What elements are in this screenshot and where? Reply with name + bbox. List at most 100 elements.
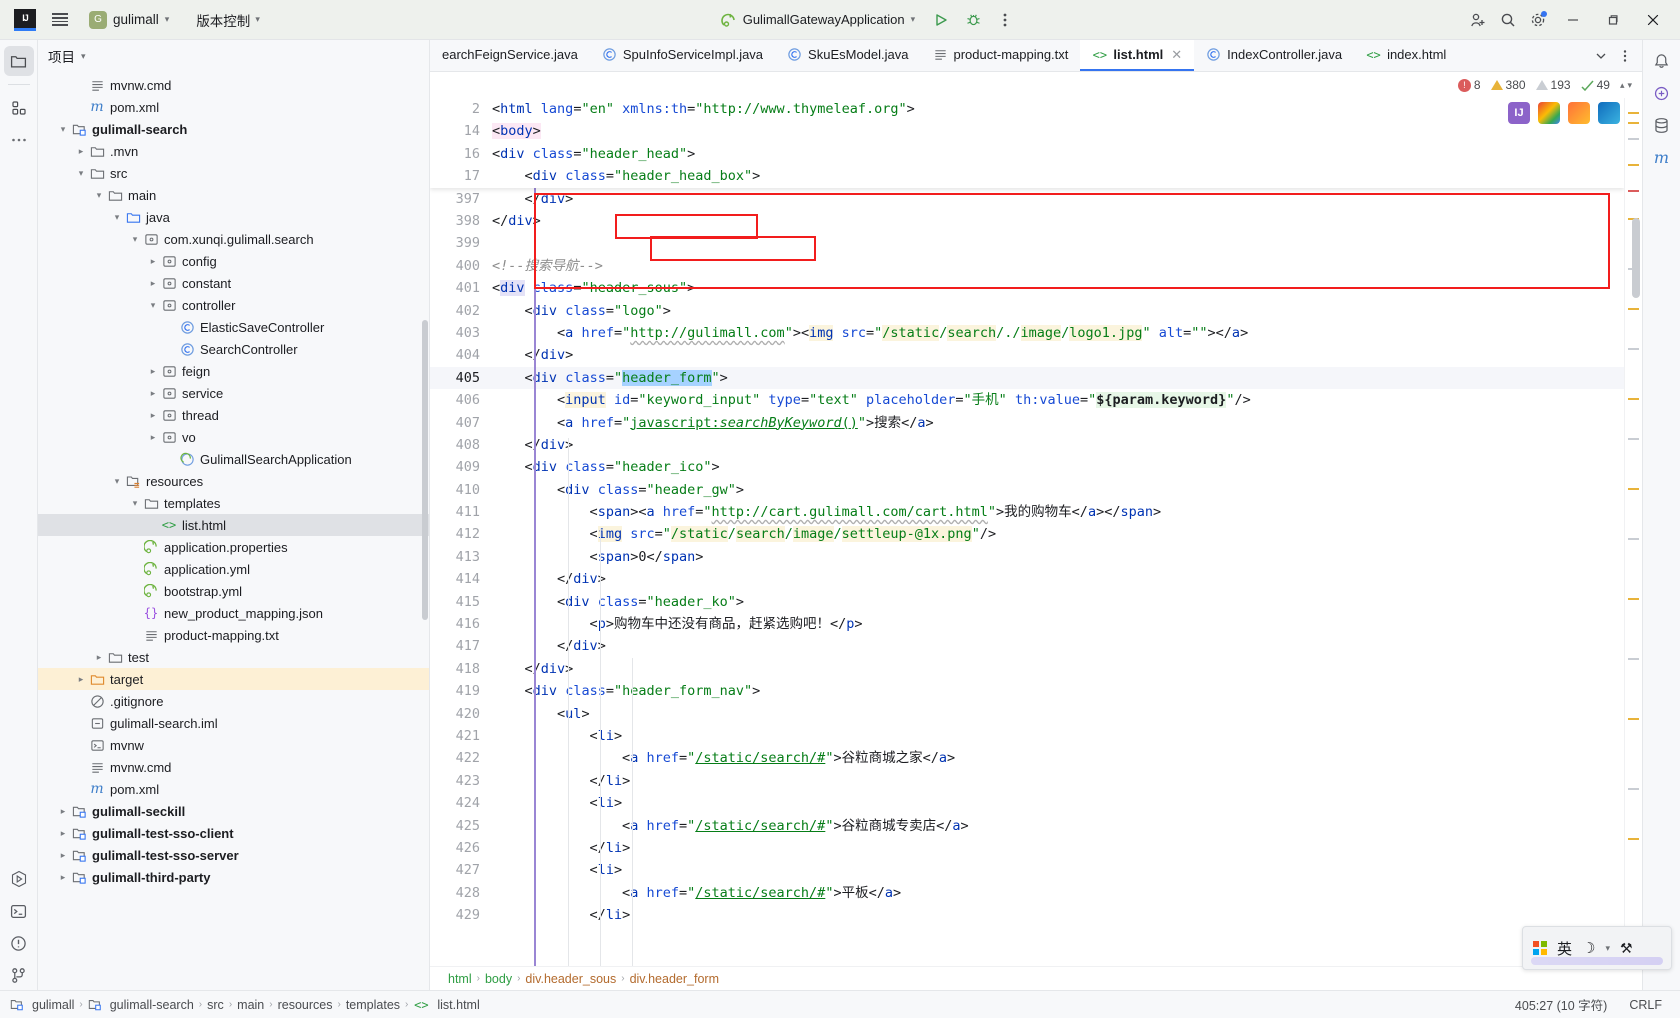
- more-tool-windows-icon[interactable]: [4, 125, 34, 155]
- chevron-right-icon[interactable]: ▸: [92, 652, 106, 663]
- weak-warning-count[interactable]: 193: [1535, 78, 1571, 92]
- close-icon[interactable]: [1634, 5, 1672, 35]
- code-line[interactable]: 401 <div class="header_sous">: [430, 277, 1624, 299]
- warning-count[interactable]: 380: [1490, 78, 1526, 92]
- ime-moon-icon[interactable]: ☽: [1582, 939, 1595, 957]
- more-actions-button[interactable]: [991, 6, 1019, 34]
- code-line[interactable]: 415 <div class="header_ko">: [430, 591, 1624, 613]
- status-breadcrumb-item[interactable]: templates: [346, 998, 400, 1012]
- line-content[interactable]: <div class="logo">: [492, 300, 1624, 322]
- line-content[interactable]: <div class="header_ko">: [492, 591, 1624, 613]
- line-content[interactable]: <!--搜索导航-->: [492, 255, 1624, 277]
- tree-node[interactable]: ▾ src: [38, 162, 429, 184]
- tree-node[interactable]: mvnw: [38, 734, 429, 756]
- code-line[interactable]: 423 </li>: [430, 770, 1624, 792]
- project-tree[interactable]: mvnw.cmd m pom.xml ▾ gulimall-search ▸ .mvn ▾ sr…: [38, 72, 429, 990]
- line-content[interactable]: </div>: [492, 635, 1624, 657]
- code-line[interactable]: 402 <div class="logo">: [430, 300, 1624, 322]
- add-user-icon[interactable]: [1464, 6, 1492, 34]
- chevron-down-icon[interactable]: ▾: [146, 300, 160, 311]
- editor-breadcrumb[interactable]: html › body › div.header_sous › div.header_for…: [430, 966, 1642, 990]
- chevron-down-icon[interactable]: ▾: [74, 168, 88, 179]
- tree-node[interactable]: ▸ config: [38, 250, 429, 272]
- error-count[interactable]: ! 8: [1457, 78, 1481, 92]
- main-menu-icon[interactable]: [46, 6, 74, 34]
- editor-tab[interactable]: SkuEsModel.java: [775, 40, 920, 71]
- tree-node[interactable]: .gitignore: [38, 690, 429, 712]
- code-line[interactable]: 403 <a href="http://gulimall.com"><img s…: [430, 322, 1624, 344]
- tree-node[interactable]: ElasticSaveController: [38, 316, 429, 338]
- line-content[interactable]: <a href="/static/search/#">谷粒商城专卖店</a>: [492, 815, 1624, 837]
- editor-tab[interactable]: <> index.html: [1354, 40, 1458, 71]
- code-line[interactable]: 411 <span><a href="http://cart.gulimall.…: [430, 501, 1624, 523]
- line-content[interactable]: </div>: [492, 658, 1624, 680]
- chevron-right-icon[interactable]: ▸: [146, 388, 160, 399]
- open-in-chrome-icon[interactable]: [1538, 102, 1560, 124]
- ime-input-widget[interactable]: 英 ☽ ▾ ⚒: [1522, 926, 1672, 970]
- tree-node[interactable]: application.yml: [38, 558, 429, 580]
- line-content[interactable]: <a href="javascript:searchByKeyword()">搜…: [492, 412, 1624, 434]
- editor-tabs[interactable]: earchFeignService.java SpuInfoServiceImpl…: [430, 40, 1642, 72]
- line-content[interactable]: </div>: [492, 434, 1624, 456]
- code-line[interactable]: 408 </div>: [430, 434, 1624, 456]
- code-lines-container[interactable]: 2 <html lang="en" xmlns:th="http://www.th…: [430, 98, 1624, 966]
- line-content[interactable]: [492, 232, 1624, 254]
- chevron-down-icon[interactable]: ▾: [128, 498, 142, 509]
- editor-tab[interactable]: IndexController.java: [1194, 40, 1354, 71]
- line-content[interactable]: <ul>: [492, 703, 1624, 725]
- chevron-down-icon[interactable]: ▾: [1605, 943, 1610, 953]
- line-content[interactable]: <a href="/static/search/#">平板</a>: [492, 882, 1624, 904]
- line-content[interactable]: <div class="header_form_nav">: [492, 680, 1624, 702]
- line-content[interactable]: <img src="/static/search/image/settleup-…: [492, 523, 1624, 545]
- tabs-more-icon[interactable]: [1614, 45, 1636, 67]
- line-content[interactable]: <li>: [492, 792, 1624, 814]
- tree-node[interactable]: ▾ controller: [38, 294, 429, 316]
- line-content[interactable]: </div>: [492, 188, 1624, 210]
- editor-tab[interactable]: <> list.html ✕: [1080, 40, 1195, 71]
- code-line[interactable]: 418 </div>: [430, 658, 1624, 680]
- tree-node[interactable]: gulimall-search.iml: [38, 712, 429, 734]
- tabs-list-icon[interactable]: [1590, 45, 1612, 67]
- status-bar-breadcrumbs[interactable]: gulimall › gulimall-search › src › main › resour…: [10, 997, 480, 1012]
- tree-node[interactable]: {} new_product_mapping.json: [38, 602, 429, 624]
- code-line[interactable]: 414 </div>: [430, 568, 1624, 590]
- chevron-down-icon[interactable]: ▾: [56, 124, 70, 135]
- breadcrumb-item[interactable]: div.header_sous: [525, 972, 616, 986]
- chevron-right-icon[interactable]: ▸: [56, 806, 70, 817]
- ai-assistant-icon[interactable]: [1647, 78, 1677, 108]
- code-line[interactable]: 409 <div class="header_ico">: [430, 456, 1624, 478]
- search-icon[interactable]: [1494, 6, 1522, 34]
- tree-node[interactable]: ▸ thread: [38, 404, 429, 426]
- line-content[interactable]: <a href="/static/search/#">谷粒商城之家</a>: [492, 747, 1624, 769]
- line-content[interactable]: <div class="header_form">: [492, 367, 1624, 389]
- structure-tool-icon[interactable]: [4, 93, 34, 123]
- code-line[interactable]: 424 <li>: [430, 792, 1624, 814]
- code-line[interactable]: 413 <span>0</span>: [430, 546, 1624, 568]
- breadcrumb-item[interactable]: div.header_form: [630, 972, 719, 986]
- editor-marker-bar[interactable]: [1624, 98, 1642, 966]
- tree-node[interactable]: ▾ java: [38, 206, 429, 228]
- chevron-right-icon[interactable]: ▸: [146, 410, 160, 421]
- line-content[interactable]: </div>: [492, 344, 1624, 366]
- code-line[interactable]: 2 <html lang="en" xmlns:th="http://www.th…: [430, 98, 1624, 120]
- tree-node[interactable]: product-mapping.txt: [38, 624, 429, 646]
- code-line[interactable]: 428 <a href="/static/search/#">平板</a>: [430, 882, 1624, 904]
- vcs-widget[interactable]: 版本控制 ▾: [188, 7, 268, 33]
- line-separator[interactable]: CRLF: [1621, 998, 1670, 1012]
- chevron-right-icon[interactable]: ▸: [56, 828, 70, 839]
- tree-node[interactable]: m pom.xml: [38, 96, 429, 118]
- code-line[interactable]: 17 <div class="header_head_box">: [430, 165, 1624, 187]
- code-line[interactable]: 429 </li>: [430, 904, 1624, 926]
- code-line[interactable]: 419 <div class="header_form_nav">: [430, 680, 1624, 702]
- code-line[interactable]: 416 <p>购物车中还没有商品，赶紧选购吧！</p>: [430, 613, 1624, 635]
- code-line[interactable]: 425 <a href="/static/search/#">谷粒商城专卖店</…: [430, 815, 1624, 837]
- line-content[interactable]: </li>: [492, 837, 1624, 859]
- line-content[interactable]: <div class="header_gw">: [492, 479, 1624, 501]
- tree-node[interactable]: ▸ service: [38, 382, 429, 404]
- tree-node[interactable]: application.properties: [38, 536, 429, 558]
- tree-node[interactable]: ▾ gulimall-search: [38, 118, 429, 140]
- line-content[interactable]: <html lang="en" xmlns:th="http://www.thy…: [492, 98, 1624, 120]
- tree-node[interactable]: ▸ .mvn: [38, 140, 429, 162]
- maximize-icon[interactable]: [1594, 5, 1632, 35]
- tree-node[interactable]: ▾ templates: [38, 492, 429, 514]
